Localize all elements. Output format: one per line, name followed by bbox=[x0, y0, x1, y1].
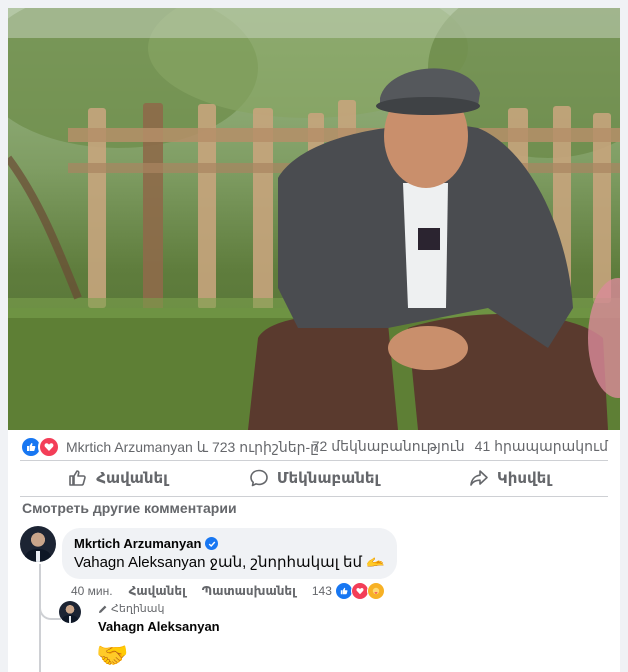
like-button[interactable]: Հավանել bbox=[20, 460, 216, 496]
author-badge: Հեղինակ bbox=[98, 602, 220, 615]
author-badge-label: Հեղինակ bbox=[111, 603, 165, 615]
shares-count[interactable]: 41 հրապարակում bbox=[475, 438, 608, 455]
comments-count[interactable]: 72 մեկնաբանություն bbox=[312, 438, 465, 455]
reply-emoji: 🤝 bbox=[96, 640, 129, 670]
comment-button[interactable]: Մեկնաբանել bbox=[216, 460, 412, 496]
thread-connector bbox=[39, 598, 61, 620]
like-button-label: Հավանել bbox=[96, 470, 168, 487]
post-photo[interactable] bbox=[8, 8, 620, 430]
pencil-icon bbox=[99, 605, 107, 613]
comment-like-button[interactable]: Հավանել bbox=[129, 584, 186, 598]
comment-reply-button[interactable]: Պատասխանել bbox=[202, 584, 296, 598]
comment-icon bbox=[250, 469, 268, 487]
post-stats: Mkrtich Arzumanyan և 723 ուրիշներ-ը 72 մ… bbox=[8, 434, 620, 458]
comment-author-row: Mkrtich Arzumanyan bbox=[74, 536, 385, 551]
reactions-text: Mkrtich Arzumanyan և 723 ուրիշներ-ը bbox=[66, 438, 320, 455]
comment-author-name[interactable]: Mkrtich Arzumanyan bbox=[74, 536, 201, 551]
post-card: Mkrtich Arzumanyan և 723 ուրիշներ-ը 72 մ… bbox=[8, 8, 620, 672]
comment-text: Vahagn Aleksanyan ջան, շնորհակալ եմ 🫴 bbox=[74, 554, 385, 571]
divider bbox=[20, 496, 608, 497]
share-button-label: Կիսվել bbox=[497, 470, 551, 487]
post-photo-illustration bbox=[8, 8, 620, 430]
avatar[interactable] bbox=[20, 526, 56, 562]
comment-button-label: Մեկնաբանել bbox=[276, 470, 380, 487]
reactions-summary[interactable]: Mkrtich Arzumanyan և 723 ուրիշներ-ը bbox=[20, 436, 319, 458]
comment-bubble: Mkrtich Arzumanyan Vahagn Aleksanyan ջան… bbox=[62, 528, 397, 579]
comment-reactions[interactable]: 143 bbox=[312, 582, 385, 600]
reply-author-name[interactable]: Vahagn Aleksanyan bbox=[98, 619, 220, 634]
comment-meta: 40 мин. Հավանել Պատասխանել 143 bbox=[71, 582, 385, 600]
share-button[interactable]: Կիսվել bbox=[412, 460, 608, 496]
avatar[interactable] bbox=[59, 601, 81, 623]
love-reaction-icon bbox=[38, 436, 60, 458]
share-icon bbox=[470, 470, 488, 486]
care-reaction-icon bbox=[366, 582, 385, 600]
comment-time[interactable]: 40 мин. bbox=[71, 584, 113, 598]
verified-icon bbox=[205, 537, 219, 550]
post-actions: Հավանել Մեկնաբանել Կիսվել bbox=[20, 460, 608, 496]
comment-reaction-count: 143 bbox=[311, 584, 332, 598]
thumbs-up-icon bbox=[69, 470, 87, 486]
view-more-comments-link[interactable]: Смотреть другие комментарии bbox=[22, 500, 237, 516]
reply-comment: Հեղինակ Vahagn Aleksanyan 🤝 bbox=[96, 602, 220, 671]
thread-line bbox=[39, 564, 41, 672]
